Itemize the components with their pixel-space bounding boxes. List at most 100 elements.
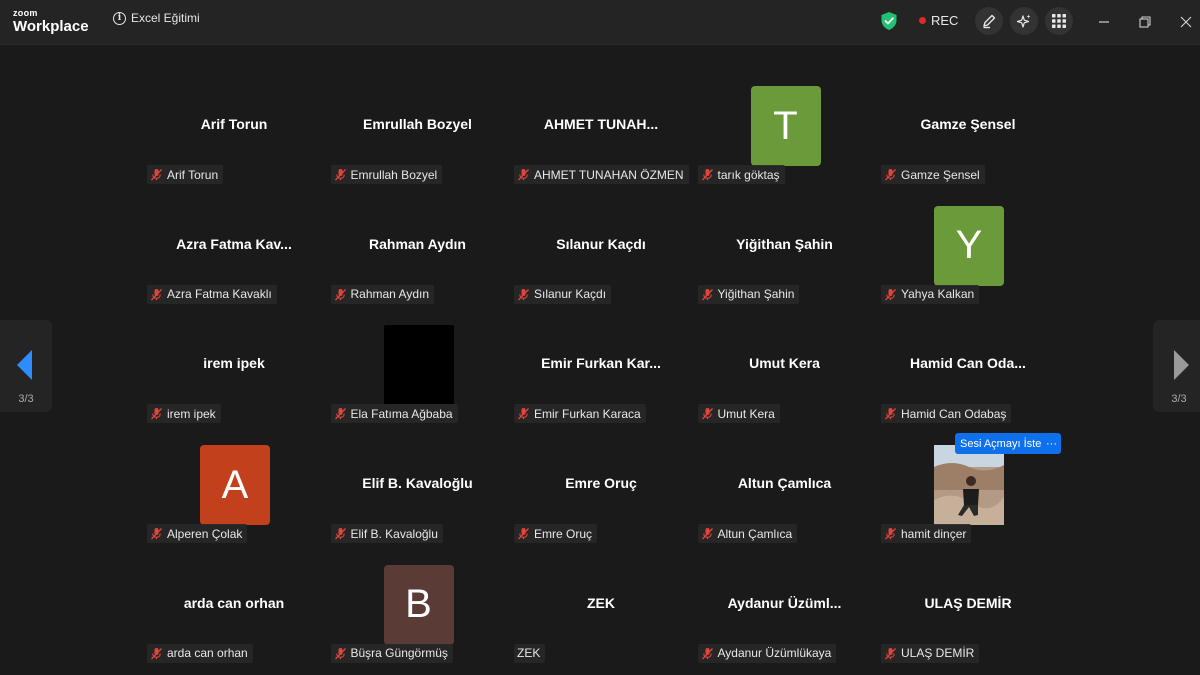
participant-name: ULAŞ DEMİR: [901, 646, 975, 661]
participant-name-label: Hamid Can Odabaş: [881, 404, 1012, 424]
participant-name-label: tarık göktaş: [697, 165, 785, 184]
recording-indicator[interactable]: REC: [919, 13, 958, 28]
participant-name-label: Yiğithan Şahin: [697, 284, 800, 304]
participant-display-name: Altun Çamlıca: [737, 475, 832, 492]
participant-tile[interactable]: A Alperen Çolak: [145, 435, 323, 549]
participant-name: Alperen Çolak: [167, 526, 243, 541]
minimize-icon[interactable]: [1089, 8, 1119, 36]
mic-muted-icon: [150, 647, 163, 660]
participant-tile[interactable]: AHMET TUNAH... AHMET TUNAHAN ÖZMEN: [512, 76, 690, 190]
participant-tile[interactable]: Yiğithan Şahin Yiğithan Şahin: [696, 196, 874, 310]
record-dot-icon: [919, 17, 926, 24]
more-options-button[interactable]: ···: [1042, 433, 1061, 454]
mic-muted-icon: [334, 647, 347, 660]
mic-muted-icon: [884, 288, 897, 301]
next-page-button[interactable]: 3/3: [1153, 320, 1200, 412]
participant-tile[interactable]: arda can orhan arda can orhan: [145, 555, 323, 669]
participant-name-label: Gamze Şensel: [881, 165, 985, 184]
participant-tile[interactable]: Elif B. Kavaloğlu Elif B. Kavaloğlu: [329, 435, 507, 549]
sparkle-icon[interactable]: [1010, 7, 1038, 35]
participant-name: Azra Fatma Kavaklı: [167, 287, 272, 302]
participant-name: AHMET TUNAHAN ÖZMEN: [534, 167, 684, 182]
participant-tile[interactable]: Arif Torun Arif Torun: [145, 76, 323, 190]
participant-name: Aydanur Üzümlükaya: [717, 646, 832, 661]
participant-tile[interactable]: Hamid Can Oda... Hamid Can Odabaş: [879, 315, 1057, 429]
participant-name: Yiğithan Şahin: [717, 287, 795, 302]
mic-muted-icon: [517, 168, 530, 181]
close-icon[interactable]: [1171, 8, 1200, 36]
participant-display-name: ZEK: [587, 594, 615, 611]
mic-muted-icon: [334, 288, 347, 301]
participant-display-name: AHMET TUNAH...: [543, 116, 659, 132]
participant-name: arda can orhan: [167, 646, 248, 661]
participant-name: ZEK: [517, 646, 541, 661]
participant-name-label: Umut Kera: [697, 404, 780, 424]
participant-name-label: Yahya Kalkan: [881, 284, 980, 304]
meeting-title: Excel Eğitimi: [131, 11, 200, 25]
mic-muted-icon: [884, 168, 897, 181]
meeting-info[interactable]: i Excel Eğitimi: [113, 11, 200, 25]
participant-tile[interactable]: ZEK ZEK: [512, 555, 690, 669]
participant-name-label: Azra Fatma Kavaklı: [147, 284, 277, 304]
participant-display-name: Emir Furkan Kar...: [541, 355, 661, 372]
participant-tile[interactable]: Ela Fatıma Ağbaba: [329, 315, 507, 429]
mic-muted-icon: [884, 527, 897, 540]
participant-name-label: ULAŞ DEMİR: [881, 643, 980, 663]
mic-muted-icon: [884, 407, 897, 420]
participant-tile[interactable]: Sılanur Kaçdı Sılanur Kaçdı: [512, 196, 690, 310]
participant-display-name: Arif Torun: [200, 116, 268, 132]
title-bar: zoom Workplace i Excel Eğitimi REC: [0, 0, 1200, 45]
grid-icon[interactable]: [1045, 7, 1073, 35]
participant-tile[interactable]: Rahman Aydın Rahman Aydın: [329, 196, 507, 310]
participant-name-label: Sılanur Kaçdı: [514, 284, 612, 304]
participant-name-label: ZEK: [514, 643, 546, 663]
participant-display-name: Azra Fatma Kav...: [176, 235, 292, 252]
participant-tile[interactable]: Umut Kera Umut Kera: [696, 315, 874, 429]
participant-tile[interactable]: Y Yahya Kalkan: [879, 196, 1057, 310]
participant-display-name: Aydanur Üzüml...: [727, 594, 842, 611]
participant-tile[interactable]: Emrullah Bozyel Emrullah Bozyel: [329, 76, 507, 190]
participant-photo: [934, 445, 1004, 526]
participant-name: Altun Çamlıca: [717, 526, 793, 541]
participant-name: Ela Fatıma Ağbaba: [350, 406, 453, 421]
participant-name: Elif B. Kavaloğlu: [350, 526, 438, 541]
participant-name-label: Rahman Aydın: [330, 284, 434, 304]
participant-display-name: Emre Oruç: [565, 475, 637, 492]
pen-icon[interactable]: [975, 7, 1003, 35]
participant-name: Hamid Can Odabaş: [901, 406, 1007, 421]
participant-tile[interactable]: Ttarık göktaş: [696, 76, 874, 190]
participant-display-name: Emrullah Bozyel: [363, 116, 472, 132]
participant-tile[interactable]: B Büşra Güngörmüş: [329, 555, 507, 669]
participant-display-name: Umut Kera: [749, 355, 820, 372]
participant-name: Yahya Kalkan: [901, 287, 975, 302]
participant-tile[interactable]: Aydanur Üzüml... Aydanur Üzümlükaya: [696, 555, 874, 669]
previous-page-button[interactable]: 3/3: [0, 320, 52, 412]
participant-display-name: Elif B. Kavaloğlu: [362, 475, 473, 492]
participant-tile[interactable]: Altun Çamlıca Altun Çamlıca: [696, 435, 874, 549]
participant-display-name: Yiğithan Şahin: [736, 235, 833, 252]
mic-muted-icon: [701, 647, 714, 660]
participant-name-label: Emre Oruç: [514, 524, 598, 544]
participant-tile[interactable]: irem ipek irem ipek: [145, 315, 323, 429]
participant-name: irem ipek: [167, 406, 216, 421]
participant-tile[interactable]: ULAŞ DEMİR ULAŞ DEMİR: [879, 555, 1057, 669]
participant-name: Emre Oruç: [534, 526, 593, 541]
participant-tile[interactable]: Azra Fatma Kav... Azra Fatma Kavaklı: [145, 196, 323, 310]
participant-name: tarık göktaş: [717, 167, 780, 182]
participant-name-label: irem ipek: [147, 404, 221, 424]
mic-muted-icon: [517, 407, 530, 420]
participant-tile[interactable]: Emir Furkan Kar... Emir Furkan Karaca: [512, 315, 690, 429]
mic-muted-icon: [884, 647, 897, 660]
participant-name-label: Aydanur Üzümlükaya: [697, 643, 837, 663]
participant-display-name: Hamid Can Oda...: [910, 355, 1026, 372]
participant-tile[interactable]: Emre Oruç Emre Oruç: [512, 435, 690, 549]
participant-name: Sılanur Kaçdı: [534, 287, 607, 302]
participant-tile[interactable]: Gamze Şensel Gamze Şensel: [879, 76, 1057, 190]
mic-muted-icon: [517, 527, 530, 540]
ask-to-unmute-button[interactable]: Sesi Açmayı İste: [955, 433, 1047, 454]
info-icon: i: [113, 11, 126, 25]
restore-icon[interactable]: [1130, 8, 1160, 36]
participant-display-name: irem ipek: [203, 355, 265, 372]
participant-avatar: A: [200, 445, 270, 526]
shield-check-icon[interactable]: [880, 11, 898, 31]
